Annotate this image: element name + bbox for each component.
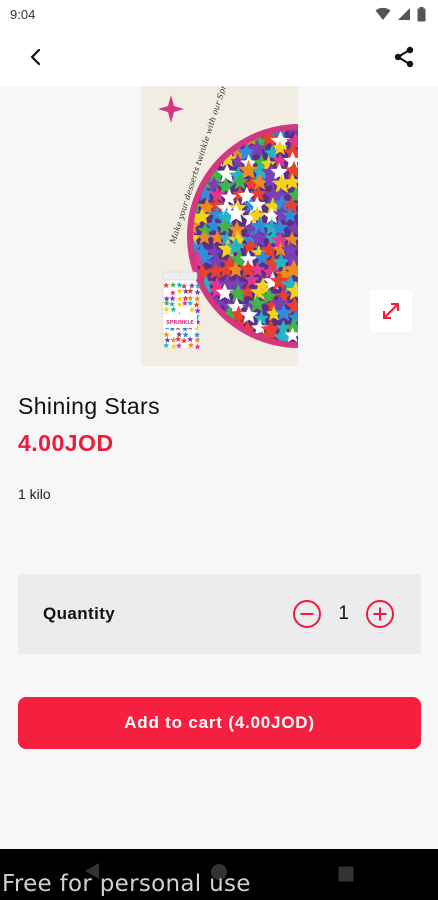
product-description: 1 kilo: [18, 486, 51, 502]
quantity-selector: Quantity 1: [18, 574, 421, 654]
system-nav-bar: [0, 849, 438, 900]
nav-back-icon[interactable]: [84, 862, 100, 880]
product-photo-graphic: Make your desserts twinkle with our Spri…: [141, 86, 298, 366]
expand-image-button[interactable]: [370, 290, 412, 332]
status-bar: 9:04: [0, 0, 438, 28]
increase-quantity-button[interactable]: [365, 599, 395, 629]
product-image[interactable]: Make your desserts twinkle with our Spri…: [141, 86, 298, 366]
decrease-quantity-button[interactable]: [292, 599, 322, 629]
signal-icon: [398, 8, 410, 20]
product-image-area: Make your desserts twinkle with our Spri…: [0, 86, 438, 368]
add-to-cart-button[interactable]: Add to cart (4.00JOD): [18, 697, 421, 749]
product-title: Shining Stars: [18, 393, 160, 419]
minus-circle-icon: [293, 600, 322, 628]
plus-circle-icon: [366, 600, 394, 628]
jar-label: SPRINKLE: [166, 320, 194, 326]
quantity-value: 1: [338, 603, 349, 624]
product-price: 4.00JOD: [18, 430, 114, 456]
wifi-icon: [375, 7, 391, 21]
nav-recents-icon[interactable]: [338, 866, 354, 882]
status-time: 9:04: [10, 6, 36, 22]
battery-icon: [417, 6, 426, 21]
nav-home-icon[interactable]: [210, 863, 228, 881]
app-bar: [0, 28, 438, 86]
arrow-back-icon: [30, 48, 41, 66]
share-icon: [394, 46, 414, 68]
expand-icon: [383, 303, 399, 319]
share-button[interactable]: [388, 41, 420, 73]
quantity-stepper: 1: [292, 599, 395, 629]
quantity-label: Quantity: [43, 604, 116, 623]
back-button[interactable]: [20, 41, 52, 73]
status-icons: [375, 6, 426, 22]
